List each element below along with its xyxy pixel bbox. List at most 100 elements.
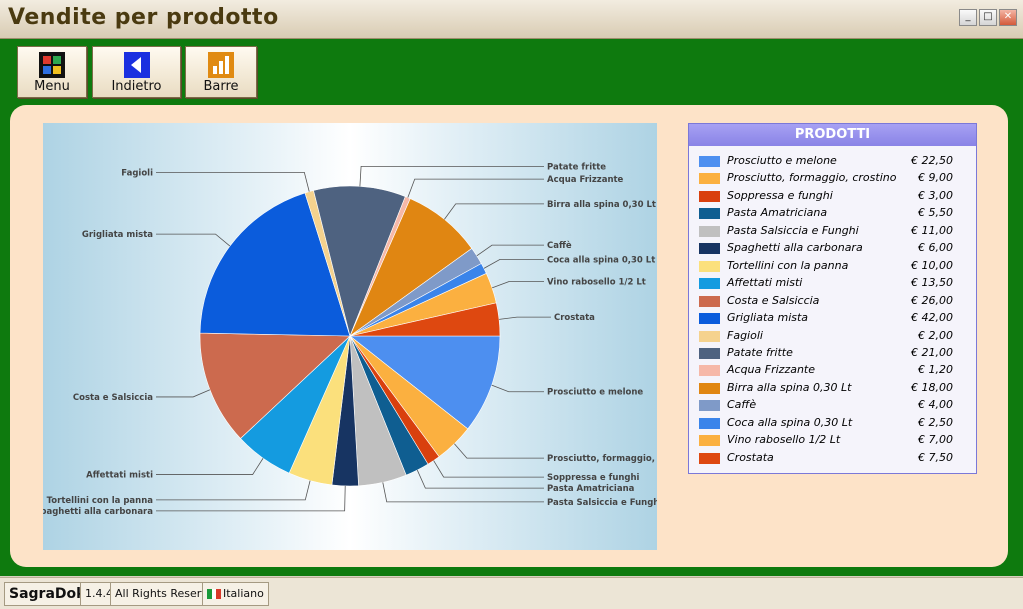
legend-label: Pasta Salsiccia e Funghi xyxy=(727,223,859,237)
legend-value: € 5,50 xyxy=(918,206,953,220)
legend-value: € 9,00 xyxy=(918,171,953,185)
maximize-button[interactable]: □ xyxy=(979,9,997,26)
legend-label: Birra alla spina 0,30 Lt xyxy=(727,380,852,394)
legend-box: PRODOTTI Prosciutto e melone € 22,50 Prosc… xyxy=(688,123,977,474)
legend-swatch xyxy=(699,208,720,220)
status-language-label: Italiano xyxy=(223,587,264,600)
legend-item: Costa e Salsiccia € 26,00 xyxy=(699,293,965,310)
slice-label: Fagioli xyxy=(121,168,153,178)
legend-value: € 6,00 xyxy=(918,241,953,255)
title-bar: Vendite per prodotto _ □ ✕ xyxy=(0,0,1023,39)
leader-line xyxy=(407,178,544,198)
back-button[interactable]: Indietro xyxy=(92,46,181,98)
legend-item: Fagioli € 2,00 xyxy=(699,328,965,345)
legend-item: Acqua Frizzante € 1,20 xyxy=(699,362,965,379)
legend-item: Coca alla spina 0,30 Lt € 2,50 xyxy=(699,415,965,432)
legend-value: € 11,00 xyxy=(911,223,953,237)
legend-swatch xyxy=(699,243,720,255)
slice-label: Acqua Frizzante xyxy=(547,175,624,185)
legend-swatch xyxy=(699,382,720,394)
pie-chart-area: Patate fritte Acqua Frizzante Birra alla s… xyxy=(34,123,697,550)
legend-value: € 42,00 xyxy=(911,311,953,325)
legend-value: € 10,00 xyxy=(911,258,953,272)
legend-value: € 26,00 xyxy=(911,293,953,307)
legend-item: Tortellini con la panna € 10,00 xyxy=(699,258,965,275)
legend-swatch xyxy=(699,173,720,185)
status-bar: SagraDok 1.4.4 All Rights Reserved Itali… xyxy=(0,577,1023,609)
leader-line xyxy=(499,316,551,320)
legend-value: € 22,50 xyxy=(911,154,953,167)
slice-label: Birra alla spina 0,30 Lt xyxy=(547,200,656,210)
legend-label: Spaghetti alla carbonara xyxy=(727,241,863,255)
legend-swatch xyxy=(699,156,720,167)
leader-line xyxy=(156,233,231,247)
legend-value: € 13,50 xyxy=(911,276,953,290)
status-language[interactable]: Italiano xyxy=(202,582,269,606)
slice-label: Patate fritte xyxy=(547,162,606,172)
slice-label: Prosciutto e melone xyxy=(547,388,643,398)
legend-value: € 21,00 xyxy=(911,345,953,359)
legend-item: Crostata € 7,50 xyxy=(699,450,965,467)
legend-swatch xyxy=(699,260,720,272)
bars-button-label: Barre xyxy=(203,79,239,94)
leader-line xyxy=(382,482,544,503)
legend-value: € 3,00 xyxy=(918,188,953,202)
slice-label: Crostata xyxy=(554,313,595,323)
legend-item: Grigliata mista € 42,00 xyxy=(699,310,965,327)
legend-label: Coca alla spina 0,30 Lt xyxy=(727,415,853,429)
legend-value: € 7,00 xyxy=(918,433,953,447)
legend-value: € 7,50 xyxy=(918,450,953,464)
legend-item: Prosciutto e melone € 22,50 xyxy=(699,153,965,170)
legend-label: Affettati misti xyxy=(727,276,803,290)
close-button[interactable]: ✕ xyxy=(999,9,1017,26)
leader-line xyxy=(156,172,310,192)
bars-button[interactable]: Barre xyxy=(185,46,257,98)
legend-item: Pasta Salsiccia e Funghi € 11,00 xyxy=(699,223,965,240)
leader-line xyxy=(156,480,311,501)
leader-line xyxy=(156,389,211,398)
legend-swatch xyxy=(699,190,720,202)
grid-icon xyxy=(39,52,65,78)
leader-line xyxy=(483,258,544,269)
leader-line xyxy=(156,458,264,475)
status-app-name: SagraDok xyxy=(4,582,91,606)
legend-label: Pasta Amatriciana xyxy=(727,206,828,220)
slice-label: Caffè xyxy=(547,240,572,251)
slice-label: Affettati misti xyxy=(86,471,153,481)
leader-line xyxy=(416,469,544,489)
legend-swatch xyxy=(699,295,720,307)
legend-value: € 18,00 xyxy=(911,380,953,394)
legend-label: Patate fritte xyxy=(727,345,793,359)
minimize-button[interactable]: _ xyxy=(959,9,977,26)
leader-line xyxy=(444,203,544,220)
legend-label: Acqua Frizzante xyxy=(727,363,816,377)
legend-label: Fagioli xyxy=(727,328,763,342)
bar-chart-icon xyxy=(208,52,234,78)
legend-swatch xyxy=(699,347,720,359)
legend-value: € 4,00 xyxy=(918,398,953,412)
window-controls: _ □ ✕ xyxy=(959,9,1017,26)
leader-line xyxy=(359,165,544,187)
slice-label: Coca alla spina 0,30 Lt xyxy=(547,255,655,265)
slice-label: Grigliata mista xyxy=(82,230,153,240)
legend-label: Costa e Salsiccia xyxy=(727,293,820,307)
slice-label: Vino rabosello 1/2 Lt xyxy=(547,277,646,287)
leader-line xyxy=(476,244,544,257)
menu-button[interactable]: Menu xyxy=(17,46,87,98)
leader-line xyxy=(156,485,346,512)
legend-item: Patate fritte € 21,00 xyxy=(699,345,965,362)
legend-label: Tortellini con la panna xyxy=(727,258,849,272)
legend-item: Soppressa e funghi € 3,00 xyxy=(699,188,965,205)
slice-label: Prosciutto, formaggio, crostino xyxy=(547,454,657,464)
legend-label: Grigliata mista xyxy=(727,311,809,325)
leader-line xyxy=(491,281,544,289)
legend-value: € 1,20 xyxy=(918,363,953,377)
legend-swatch xyxy=(699,435,720,447)
legend-swatch xyxy=(699,365,720,377)
legend-item: Prosciutto, formaggio, crostino € 9,00 xyxy=(699,170,965,187)
legend-label: Caffè xyxy=(727,398,757,412)
leader-line xyxy=(491,384,544,393)
legend-swatch xyxy=(699,400,720,412)
legend-value: € 2,50 xyxy=(918,415,953,429)
slice-label: Spaghetti alla carbonara xyxy=(43,507,153,517)
